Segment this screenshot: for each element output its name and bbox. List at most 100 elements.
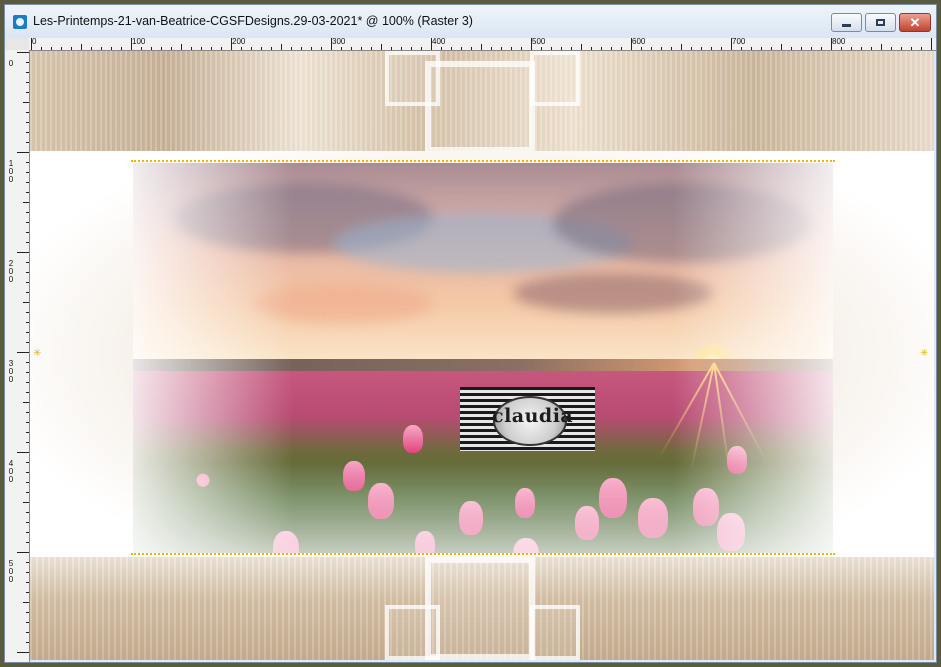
ruler-tick — [801, 47, 802, 50]
ruler-tick — [26, 532, 29, 533]
bottom-fade — [133, 463, 833, 553]
ruler-tick — [26, 392, 29, 393]
ruler-tick — [501, 47, 502, 50]
ruler-tick — [131, 38, 132, 50]
ruler-tick — [411, 47, 412, 50]
ruler-label-v0: 0 — [8, 59, 14, 68]
ruler-tick — [491, 47, 492, 50]
ruler-tick — [301, 47, 302, 50]
ruler-tick — [17, 152, 29, 153]
ruler-tick — [81, 44, 82, 50]
ruler-tick — [26, 212, 29, 213]
ruler-tick — [811, 47, 812, 50]
ruler-tick — [31, 38, 32, 50]
ruler-tick — [871, 47, 872, 50]
ruler-tick — [581, 44, 582, 50]
claudia-watermark: claudia — [460, 387, 595, 451]
ruler-tick — [371, 47, 372, 50]
ruler-tick — [281, 44, 282, 50]
ruler-label-600: 600 — [632, 38, 646, 46]
ruler-tick — [451, 47, 452, 50]
ruler-tick — [41, 47, 42, 50]
ruler-tick — [631, 38, 632, 50]
ruler-tick — [26, 642, 29, 643]
ruler-tick — [17, 52, 29, 53]
ruler-tick — [23, 602, 29, 603]
ruler-tick — [481, 44, 482, 50]
ruler-tick — [26, 232, 29, 233]
minimize-button[interactable] — [831, 13, 862, 32]
ruler-tick — [26, 492, 29, 493]
ruler-corner — [5, 38, 29, 50]
ruler-tick — [181, 44, 182, 50]
ruler-tick — [26, 72, 29, 73]
ruler-tick — [311, 47, 312, 50]
ruler-label-300: 300 — [332, 38, 346, 46]
ruler-tick — [26, 562, 29, 563]
ruler-tick — [511, 47, 512, 50]
ruler-tick — [191, 47, 192, 50]
decor-panel — [385, 605, 440, 660]
ruler-tick — [641, 47, 642, 50]
ruler-tick — [351, 47, 352, 50]
image-canvas[interactable]: claudia ✳ ✳ — [30, 51, 934, 660]
ruler-tick — [931, 38, 932, 50]
ruler-tick — [681, 44, 682, 50]
ruler-tick — [23, 102, 29, 103]
ruler-tick — [61, 47, 62, 50]
ruler-label-400: 400 — [432, 38, 446, 46]
vertical-ruler[interactable]: 0 100 200 300 400 500 — [5, 50, 30, 662]
app-icon[interactable] — [13, 15, 27, 29]
bottom-frame-band — [30, 557, 934, 660]
ruler-tick — [401, 47, 402, 50]
ruler-tick — [921, 47, 922, 50]
ruler-tick — [701, 47, 702, 50]
ruler-tick — [26, 132, 29, 133]
ruler-tick — [23, 202, 29, 203]
ruler-tick — [71, 47, 72, 50]
ruler-tick — [841, 47, 842, 50]
horizontal-ruler[interactable]: 0 100 200 300 400 500 600 700 800 — [29, 38, 936, 51]
ruler-label-100: 100 — [132, 38, 146, 46]
ruler-tick — [26, 112, 29, 113]
ruler-tick — [471, 47, 472, 50]
ruler-tick — [691, 47, 692, 50]
ruler-tick — [551, 47, 552, 50]
ruler-tick — [26, 582, 29, 583]
ruler-tick — [26, 322, 29, 323]
ruler-tick — [251, 47, 252, 50]
ruler-tick — [26, 362, 29, 363]
close-icon: ✕ — [909, 15, 921, 30]
close-button[interactable]: ✕ — [899, 13, 931, 32]
ruler-tick — [26, 162, 29, 163]
ruler-tick — [561, 47, 562, 50]
ruler-tick — [421, 47, 422, 50]
maximize-button[interactable] — [865, 13, 896, 32]
ruler-tick — [201, 47, 202, 50]
tulip — [403, 425, 423, 453]
ruler-tick — [26, 242, 29, 243]
ruler-tick — [26, 412, 29, 413]
ruler-tick — [26, 372, 29, 373]
ruler-tick — [621, 47, 622, 50]
ruler-tick — [771, 47, 772, 50]
ruler-tick — [861, 47, 862, 50]
ruler-tick — [26, 142, 29, 143]
ruler-tick — [51, 47, 52, 50]
ruler-tick — [161, 47, 162, 50]
ruler-tick — [26, 122, 29, 123]
ruler-tick — [26, 542, 29, 543]
ruler-tick — [431, 38, 432, 50]
title-bar[interactable]: Les-Printemps-21-van-Beatrice-CGSFDesign… — [5, 5, 936, 38]
ruler-tick — [26, 82, 29, 83]
ruler-tick — [591, 47, 592, 50]
ruler-tick — [151, 47, 152, 50]
ruler-tick — [731, 38, 732, 50]
ruler-tick — [791, 47, 792, 50]
ruler-tick — [26, 332, 29, 333]
ruler-tick — [26, 512, 29, 513]
ruler-tick — [26, 622, 29, 623]
ruler-tick — [671, 47, 672, 50]
ruler-tick — [26, 472, 29, 473]
ruler-tick — [26, 632, 29, 633]
